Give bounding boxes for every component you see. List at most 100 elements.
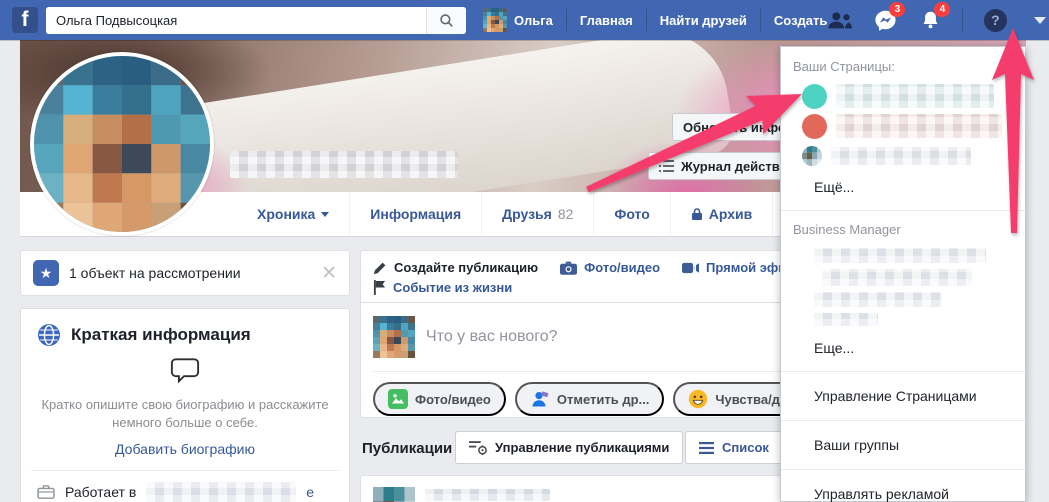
close-icon[interactable]: ✕ [321,264,337,283]
help-button[interactable]: ? [982,7,1008,33]
topbar-divider [962,9,964,31]
composer-tab-row: Событие из жизни [373,280,793,295]
menu-item-manage-ads[interactable]: Управлять рекламой [781,477,1025,502]
photo-icon [388,389,408,409]
topbar-divider [645,9,647,31]
create-post-label: Создайте публикацию [394,260,539,275]
facebook-profile-page: f Ольга Главная Найти друзей Создать 3 [0,0,1049,502]
composer-life-event-tab[interactable]: Событие из жизни [373,280,512,295]
manage-posts-button[interactable]: Управление публикациями [455,431,684,464]
menu-item-your-groups[interactable]: Ваши группы [781,428,1025,462]
intro-description: Кратко опишите свою биографию и расскажи… [41,397,329,431]
briefcase-icon [37,485,55,500]
blurred-profile-photo [34,56,210,232]
tag-friends-action-button[interactable]: Отметить др... [514,382,665,416]
star-icon: ★ [33,260,59,286]
topbar-divider [565,9,567,31]
review-notice-card: ★ 1 объект на рассмотрении ✕ [20,250,350,296]
nav-find-friends-link[interactable]: Найти друзей [660,13,747,28]
page-item[interactable] [781,141,1025,171]
business-more-link[interactable]: Еще... [781,332,1025,364]
divider [781,469,1025,470]
divider [781,210,1025,211]
question-mark-icon: ? [983,8,1007,32]
pages-section-label: Ваши Страницы: [793,59,895,74]
tab-friends-label: Друзья [502,206,552,222]
list-icon [699,441,714,454]
messenger-button[interactable]: 3 [872,2,906,33]
blurred-avatar-image [373,487,415,502]
blurred-business-entry [814,292,942,307]
topbar-avatar[interactable] [483,8,507,32]
blurred-page-name [836,114,1002,138]
blurred-business-entry [814,313,878,326]
page-avatar [802,113,827,139]
create-post-tab[interactable]: Создайте публикацию [373,260,538,275]
composer-placeholder[interactable]: Что у вас нового? [426,328,558,346]
post-card[interactable] [360,475,806,502]
pages-more-link[interactable]: Ещё... [781,171,1025,203]
profile-picture[interactable] [30,52,214,236]
search-button[interactable] [426,6,466,34]
globe-icon [38,324,60,346]
business-manager-label: Business Manager [793,222,901,237]
account-dropdown-menu: Ваши Страницы: Ещё... Business Manager Е… [780,46,1026,502]
friends-icon [828,11,853,28]
caret-down-icon [1034,16,1047,24]
speech-bubble-icon [170,358,200,384]
messenger-badge: 3 [889,2,906,17]
tab-timeline[interactable]: Хроника [237,192,349,236]
divider [31,470,339,472]
works-at-row: Работает в е [37,482,333,502]
page-item[interactable] [781,111,1025,141]
composer-photo-video-tab[interactable]: Фото/видео [560,260,660,275]
live-video-icon [682,262,700,273]
tab-about-label: Информация [370,206,462,222]
intro-title: Краткая информация [71,325,251,344]
intro-illustration [37,357,333,389]
page-avatar [802,83,827,109]
pencil-icon [373,261,387,274]
camera-icon [560,261,578,275]
tab-photos[interactable]: Фото [593,192,669,236]
notifications-button[interactable]: 4 [917,2,951,33]
review-notice-text[interactable]: 1 объект на рассмотрении [69,265,241,281]
activity-log-label: Журнал действ [681,158,780,174]
composer-input-row: Что у вас нового? [361,303,805,371]
tab-friends[interactable]: Друзья 82 [481,192,593,236]
composer-photo-video-label: Фото/видео [584,260,661,275]
blurred-avatar-image [483,8,507,32]
composer-tab-row: Создайте публикацию Фото/видео Прямой эф… [373,260,794,275]
search-input[interactable] [46,6,426,34]
menu-item-manage-pages[interactable]: Управление Страницами [781,379,1025,413]
intro-card: Краткая информация Кратко опишите свою б… [20,308,350,502]
tab-about[interactable]: Информация [349,192,481,236]
account-menu-toggle[interactable] [1027,7,1049,33]
friend-requests-button[interactable] [827,7,853,33]
lock-icon [691,208,702,220]
composer-action-row: Фото/видео Отметить др... Чувства/дей... [361,372,821,426]
tab-archive[interactable]: Архив [669,192,772,236]
facebook-logo[interactable]: f [12,7,38,33]
topbar-profile-link[interactable]: Ольга [514,13,553,28]
composer-avatar [373,316,415,358]
manage-posts-icon [469,441,487,455]
update-info-label: Обновить инфо [683,119,786,135]
blurred-profile-name [230,151,458,178]
workplace-link-fragment[interactable]: е [306,484,314,500]
tab-archive-label: Архив [708,206,753,222]
emoji-icon [689,389,708,409]
nav-home-link[interactable]: Главная [580,13,633,28]
page-item[interactable] [781,81,1025,111]
blurred-page-name [836,84,994,108]
tag-friends-action-label: Отметить др... [556,391,650,407]
add-bio-link[interactable]: Добавить биографию [37,441,333,457]
caret-down-icon [321,211,330,217]
nav-create-link[interactable]: Создать [774,13,827,28]
composer-live-tab[interactable]: Прямой эфир [682,260,794,275]
divider [781,420,1025,421]
works-at-text: Работает в [65,484,137,501]
photo-video-action-button[interactable]: Фото/видео [373,382,506,416]
composer-life-event-label: Событие из жизни [393,280,513,295]
topbar-icon-cluster: 3 4 ? [827,2,1049,33]
